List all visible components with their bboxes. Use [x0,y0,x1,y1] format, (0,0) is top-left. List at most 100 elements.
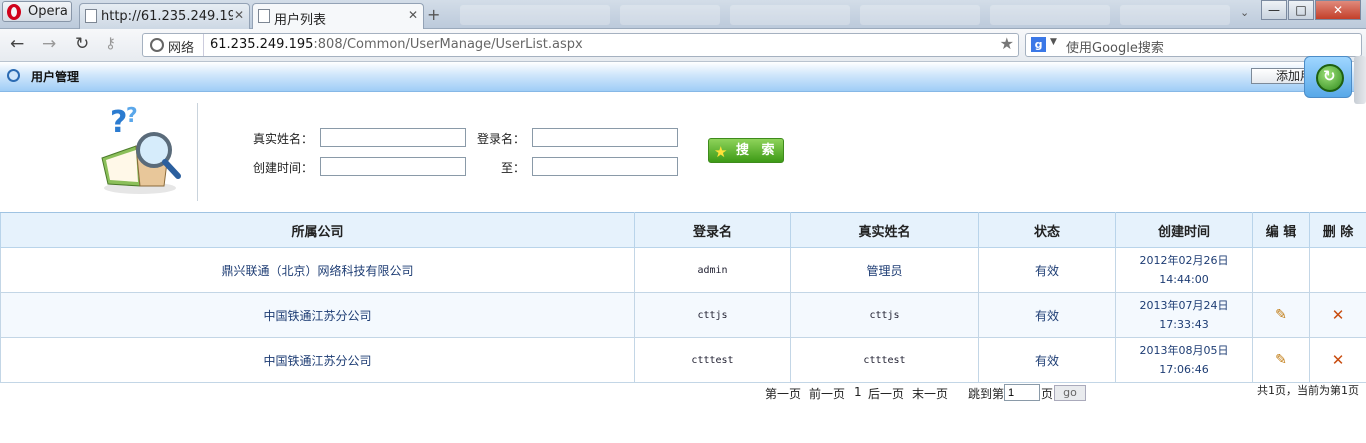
refresh-icon [1316,64,1344,92]
created-date: 2012年02月26日 [1139,254,1229,267]
url-text[interactable]: 61.235.249.195:808/Common/UserManage/Use… [210,37,583,52]
go-button[interactable]: go [1054,385,1086,401]
edit-cell: ✎ [1252,337,1310,383]
blurred-tab[interactable] [460,5,610,25]
key-icon[interactable]: ⚷ [105,34,116,52]
col-header-login[interactable]: 登录名 [634,212,791,248]
new-tab-button[interactable]: + [427,5,440,24]
first-page-link[interactable]: 第一页 [765,385,801,402]
url-host: 61.235.249.195 [210,37,314,52]
page-title: 用户管理 [31,70,80,84]
tab-userlist-ip[interactable]: http://61.235.249.195... ✕ [79,3,250,29]
real-name-cell: ctttest [790,337,979,383]
floating-refresh-widget[interactable] [1304,56,1352,98]
user-table: 所属公司 登录名 真实姓名 状态 创建时间 编 辑 删 除 鼎兴联通（北京）网络… [0,212,1366,383]
login-cell: admin [634,247,791,293]
real-name-cell: 管理员 [790,247,979,293]
tab-close-icon[interactable]: ✕ [408,8,418,22]
col-header-delete: 删 除 [1309,212,1366,248]
status-cell: 有效 [978,292,1116,338]
opera-label: Opera [28,4,68,19]
created-time: 17:33:43 [1159,318,1209,331]
created-time-label: 创建时间： [253,161,314,175]
created-time: 14:44:00 [1159,273,1209,286]
svg-text:?: ? [126,103,138,127]
minimize-button[interactable]: — [1261,0,1287,20]
last-page-link[interactable]: 末一页 [912,385,948,402]
browser-address-bar: ← → ↻ ⚷ 网络 61.235.249.195:808/Common/Use… [0,29,1366,62]
blurred-tab[interactable] [730,5,850,25]
page-icon [258,9,270,23]
company-cell[interactable]: 中国铁通江苏分公司 [0,337,635,383]
jump-prefix-label: 跳到第 [968,387,1005,401]
divider [197,103,198,201]
close-window-button[interactable]: ✕ [1315,0,1361,20]
page-summary: 共1页，当前为第1页 [1257,384,1359,397]
created-time: 17:06:46 [1159,363,1209,376]
page-jump-input[interactable] [1004,384,1040,401]
tab-userlist[interactable]: 用户列表 ✕ [252,3,424,29]
engine-dropdown-icon[interactable]: ▼ [1050,37,1057,47]
jump-suffix-label: 页 [1041,387,1054,401]
tab-title: http://61.235.249.195... [101,9,233,24]
pencil-icon[interactable]: ✎ [1275,352,1287,368]
reload-icon[interactable]: ↻ [75,34,89,54]
add-user-button[interactable]: 添加用户 [1251,68,1311,84]
blurred-tab[interactable] [1120,5,1230,25]
col-header-edit: 编 辑 [1252,212,1310,248]
created-to-field[interactable] [532,157,678,176]
table-header-row: 所属公司 登录名 真实姓名 状态 创建时间 编 辑 删 除 [0,212,1366,248]
page-title-bar: 用户管理 [0,62,1366,92]
created-cell: 2013年07月24日 17:33:43 [1115,292,1253,338]
company-cell[interactable]: 中国铁通江苏分公司 [0,292,635,338]
login-cell: ctttest [634,337,791,383]
col-header-company[interactable]: 所属公司 [0,212,635,248]
company-cell[interactable]: 鼎兴联通（北京）网络科技有限公司 [0,247,635,293]
tab-close-icon[interactable]: ✕ [234,8,244,22]
search-placeholder: 使用Google搜索 [1066,41,1164,56]
pencil-icon[interactable]: ✎ [1275,307,1287,323]
table-row: 中国铁通江苏分公司 ctttest ctttest 有效 2013年08月05日… [0,337,1366,383]
search-button[interactable]: ★ 搜 索 [708,138,784,163]
help-search-illustration-icon: ? ? [101,103,181,194]
back-arrow-icon[interactable]: ← [10,34,24,54]
edit-cell: ✎ [1252,292,1310,338]
side-scroll-handle[interactable] [1354,56,1366,104]
table-row: 中国铁通江苏分公司 cttjs cttjs 有效 2013年07月24日 17:3… [0,292,1366,338]
forward-arrow-icon[interactable]: → [42,34,56,54]
to-label: 至： [501,161,526,175]
svg-text:?: ? [110,105,127,140]
url-field[interactable]: 网络 61.235.249.195:808/Common/UserManage/… [142,33,1019,57]
star-icon: ★ [714,143,728,161]
search-engine-field[interactable]: g ▼ 使用Google搜索 [1025,33,1362,57]
created-date: 2013年08月05日 [1139,344,1229,357]
prev-page-link[interactable]: 前一页 [809,385,845,402]
created-from-field[interactable] [320,157,466,176]
col-header-created[interactable]: 创建时间 [1115,212,1253,248]
google-icon[interactable]: g [1031,37,1046,52]
real-name-field[interactable] [320,128,466,147]
browser-tab-bar: Opera http://61.235.249.195... ✕ 用户列表 ✕ … [0,0,1366,29]
globe-icon [150,38,164,52]
blurred-tab[interactable] [860,5,980,25]
tab-title: 用户列表 [274,13,327,28]
status-cell: 有效 [978,247,1116,293]
col-header-status[interactable]: 状态 [978,212,1116,248]
login-name-label: 登录名： [477,132,526,146]
col-header-real-name[interactable]: 真实姓名 [790,212,979,248]
divider [203,34,204,56]
blurred-tab[interactable] [620,5,720,25]
delete-x-icon[interactable]: ✕ [1332,306,1345,324]
next-page-link[interactable]: 后一页 [868,385,904,402]
delete-cell: ✕ [1309,337,1366,383]
globe-icon [7,69,20,82]
network-label: 网络 [168,41,195,56]
opera-menu-button[interactable]: Opera [2,1,72,22]
maximize-button[interactable]: □ [1288,0,1314,20]
login-name-field[interactable] [532,128,678,147]
delete-x-icon[interactable]: ✕ [1332,351,1345,369]
opera-logo-icon [7,4,21,20]
bookmark-star-icon[interactable]: ★ [1000,34,1014,53]
tab-list-chevron-down-icon[interactable]: ⌄ [1240,6,1249,19]
blurred-tab[interactable] [990,5,1110,25]
